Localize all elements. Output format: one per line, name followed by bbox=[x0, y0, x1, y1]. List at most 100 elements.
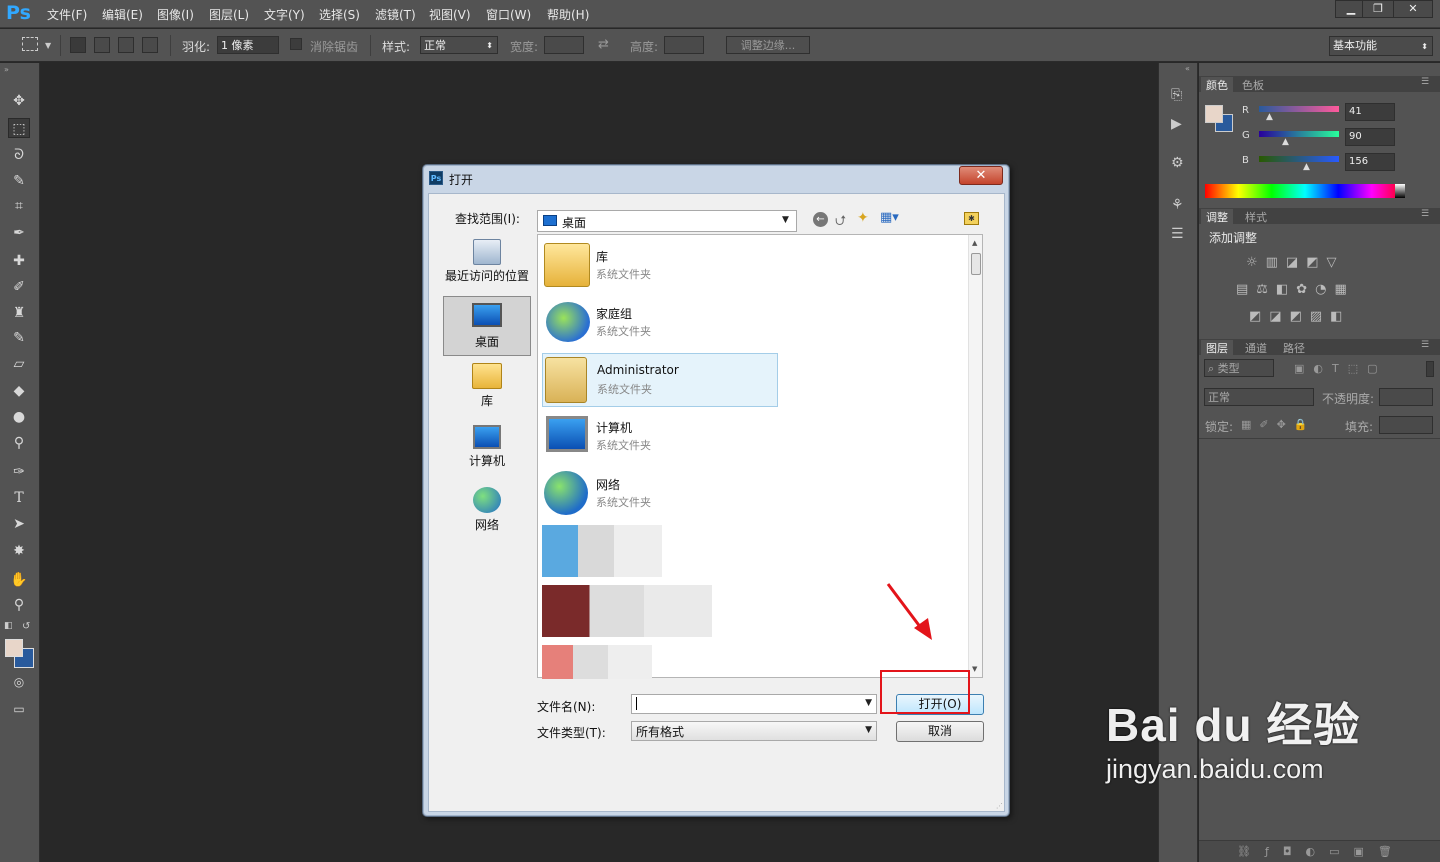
shape-tool-icon[interactable]: ✸ bbox=[8, 541, 30, 561]
layer-filter-select[interactable]: ⌕ 类型 bbox=[1204, 359, 1274, 377]
refine-edge-button[interactable]: 调整边缘... bbox=[726, 36, 810, 54]
menu-window[interactable]: 窗口(W) bbox=[486, 6, 531, 23]
blue-slider[interactable] bbox=[1259, 156, 1339, 162]
list-item[interactable]: 网络 系统文件夹 bbox=[542, 467, 778, 519]
width-input[interactable] bbox=[544, 36, 584, 54]
filter-toggle-icon[interactable] bbox=[1426, 361, 1434, 377]
height-input[interactable] bbox=[664, 36, 704, 54]
screen-mode-icon[interactable]: ▭ bbox=[8, 699, 30, 719]
dialog-close-button[interactable]: ✕ bbox=[959, 166, 1003, 185]
tab-adjustments[interactable]: 调整 bbox=[1201, 209, 1233, 225]
color-spectrum-bar[interactable] bbox=[1205, 184, 1405, 198]
foreground-color-swatch[interactable] bbox=[5, 639, 23, 657]
adjustment-icons-row-3[interactable]: ◩◪◩▨◧ bbox=[1249, 309, 1350, 324]
up-folder-icon[interactable]: ⮍ bbox=[835, 210, 846, 234]
clone-stamp-icon[interactable]: ♜ bbox=[8, 303, 30, 323]
foreground-color-swatch[interactable] bbox=[1205, 105, 1223, 123]
red-value-input[interactable]: 41 bbox=[1345, 103, 1395, 121]
default-colors-icon[interactable]: ◧ bbox=[4, 621, 13, 631]
cancel-button[interactable]: 取消 bbox=[896, 721, 984, 742]
new-selection-icon[interactable] bbox=[70, 37, 86, 53]
favorite-folder-icon[interactable]: ✱ bbox=[964, 212, 979, 225]
lock-icons[interactable]: ▦✐✥🔒 bbox=[1241, 418, 1316, 431]
scroll-thumb[interactable] bbox=[971, 253, 981, 275]
type-tool-icon[interactable]: T bbox=[8, 488, 30, 508]
fill-input[interactable] bbox=[1379, 416, 1433, 434]
look-in-select[interactable]: 桌面 ▼ bbox=[537, 210, 797, 232]
menu-filter[interactable]: 滤镜(T) bbox=[375, 6, 416, 23]
filetype-select[interactable]: 所有格式 ▼ bbox=[631, 721, 877, 741]
blurred-file-item[interactable] bbox=[542, 585, 712, 637]
eraser-tool-icon[interactable]: ▱ bbox=[8, 354, 30, 374]
green-slider[interactable] bbox=[1259, 131, 1339, 137]
list-item[interactable]: 家庭组 系统文件夹 bbox=[542, 296, 778, 348]
pen-tool-icon[interactable]: ✑ bbox=[8, 462, 30, 482]
panel-menu-icon[interactable]: ☰ bbox=[1421, 209, 1429, 219]
path-select-icon[interactable]: ➤ bbox=[8, 514, 30, 534]
brush-tool-icon[interactable]: ✐ bbox=[8, 277, 30, 297]
place-library[interactable]: 库 bbox=[443, 360, 531, 416]
tab-swatches[interactable]: 色板 bbox=[1242, 77, 1264, 93]
blue-value-input[interactable]: 156 bbox=[1345, 153, 1395, 171]
restore-button[interactable]: ❐ bbox=[1362, 0, 1394, 18]
new-folder-icon[interactable]: ✦ bbox=[857, 210, 869, 226]
blurred-file-item[interactable] bbox=[542, 645, 652, 679]
eyedropper-tool-icon[interactable]: ✒ bbox=[8, 223, 30, 243]
adjustment-icons-row-1[interactable]: ☼▥◪◩▽ bbox=[1246, 255, 1345, 270]
feather-input[interactable]: 1 像素 bbox=[217, 36, 279, 54]
menu-file[interactable]: 文件(F) bbox=[47, 6, 87, 23]
dodge-tool-icon[interactable]: ⚲ bbox=[8, 433, 30, 453]
place-network[interactable]: 网络 bbox=[443, 484, 531, 540]
move-tool-icon[interactable]: ✥ bbox=[8, 91, 30, 111]
place-desktop[interactable]: 桌面 bbox=[443, 296, 531, 356]
quick-select-tool-icon[interactable]: ✎ bbox=[8, 171, 30, 191]
file-list-scrollbar[interactable]: ▲ ▼ bbox=[968, 235, 982, 677]
paint-bucket-icon[interactable]: ◆ bbox=[8, 381, 30, 401]
scroll-down-icon[interactable]: ▼ bbox=[972, 665, 977, 673]
place-recent[interactable]: 最近访问的位置 bbox=[443, 236, 531, 292]
workspace-select[interactable]: 基本功能 ⬍ bbox=[1329, 36, 1433, 56]
marquee-tool-icon[interactable]: ⬚ bbox=[8, 118, 30, 138]
tab-channels[interactable]: 通道 bbox=[1245, 340, 1267, 356]
opacity-input[interactable] bbox=[1379, 388, 1433, 406]
actions-panel-icon[interactable]: ▶ bbox=[1171, 116, 1182, 132]
swap-dimensions-icon[interactable]: ⇄ bbox=[598, 37, 609, 52]
add-selection-icon[interactable] bbox=[94, 37, 110, 53]
hand-tool-icon[interactable]: ✋ bbox=[8, 570, 30, 590]
history-brush-icon[interactable]: ✎ bbox=[8, 328, 30, 348]
menu-edit[interactable]: 编辑(E) bbox=[102, 6, 143, 23]
crop-tool-icon[interactable]: ⌗ bbox=[8, 196, 30, 216]
red-slider-thumb[interactable]: ▲ bbox=[1266, 112, 1273, 122]
green-value-input[interactable]: 90 bbox=[1345, 128, 1395, 146]
swap-colors-icon[interactable]: ↺ bbox=[22, 621, 30, 632]
menu-type[interactable]: 文字(Y) bbox=[264, 6, 305, 23]
list-item[interactable]: 计算机 系统文件夹 bbox=[542, 410, 778, 462]
menu-image[interactable]: 图像(I) bbox=[157, 6, 194, 23]
collapse-icon[interactable]: » bbox=[4, 65, 9, 74]
lasso-tool-icon[interactable]: ᘐ bbox=[8, 145, 30, 165]
history-panel-icon[interactable]: ⎘ bbox=[1171, 87, 1182, 103]
properties-panel-icon[interactable]: ⚙ bbox=[1171, 155, 1184, 171]
marquee-preset-icon[interactable] bbox=[22, 37, 38, 51]
back-icon[interactable]: ← bbox=[813, 212, 828, 227]
brush-presets-icon[interactable]: ☰ bbox=[1171, 226, 1184, 242]
view-menu-icon[interactable]: ▦▾ bbox=[880, 210, 899, 225]
blue-slider-thumb[interactable]: ▲ bbox=[1303, 162, 1310, 172]
blurred-file-item[interactable] bbox=[542, 525, 662, 577]
tab-paths[interactable]: 路径 bbox=[1283, 340, 1305, 356]
intersect-selection-icon[interactable] bbox=[142, 37, 158, 53]
scroll-up-icon[interactable]: ▲ bbox=[972, 239, 977, 247]
place-computer[interactable]: 计算机 bbox=[443, 422, 531, 478]
menu-layer[interactable]: 图层(L) bbox=[209, 6, 249, 23]
blend-mode-select[interactable]: 正常 bbox=[1204, 388, 1314, 406]
antialias-checkbox[interactable] bbox=[290, 38, 302, 50]
quick-mask-icon[interactable]: ◎ bbox=[8, 672, 30, 692]
resize-grip-icon[interactable]: ⋰ bbox=[996, 802, 1003, 810]
menu-help[interactable]: 帮助(H) bbox=[547, 6, 589, 23]
adjustment-icons-row-2[interactable]: ▤⚖◧✿◔▦ bbox=[1236, 282, 1355, 297]
preset-dropdown-icon[interactable]: ▼ bbox=[45, 41, 51, 50]
blur-tool-icon[interactable]: ● bbox=[8, 407, 30, 427]
healing-brush-icon[interactable]: ✚ bbox=[8, 251, 30, 271]
panel-menu-icon[interactable]: ☰ bbox=[1421, 340, 1429, 350]
green-slider-thumb[interactable]: ▲ bbox=[1282, 137, 1289, 147]
